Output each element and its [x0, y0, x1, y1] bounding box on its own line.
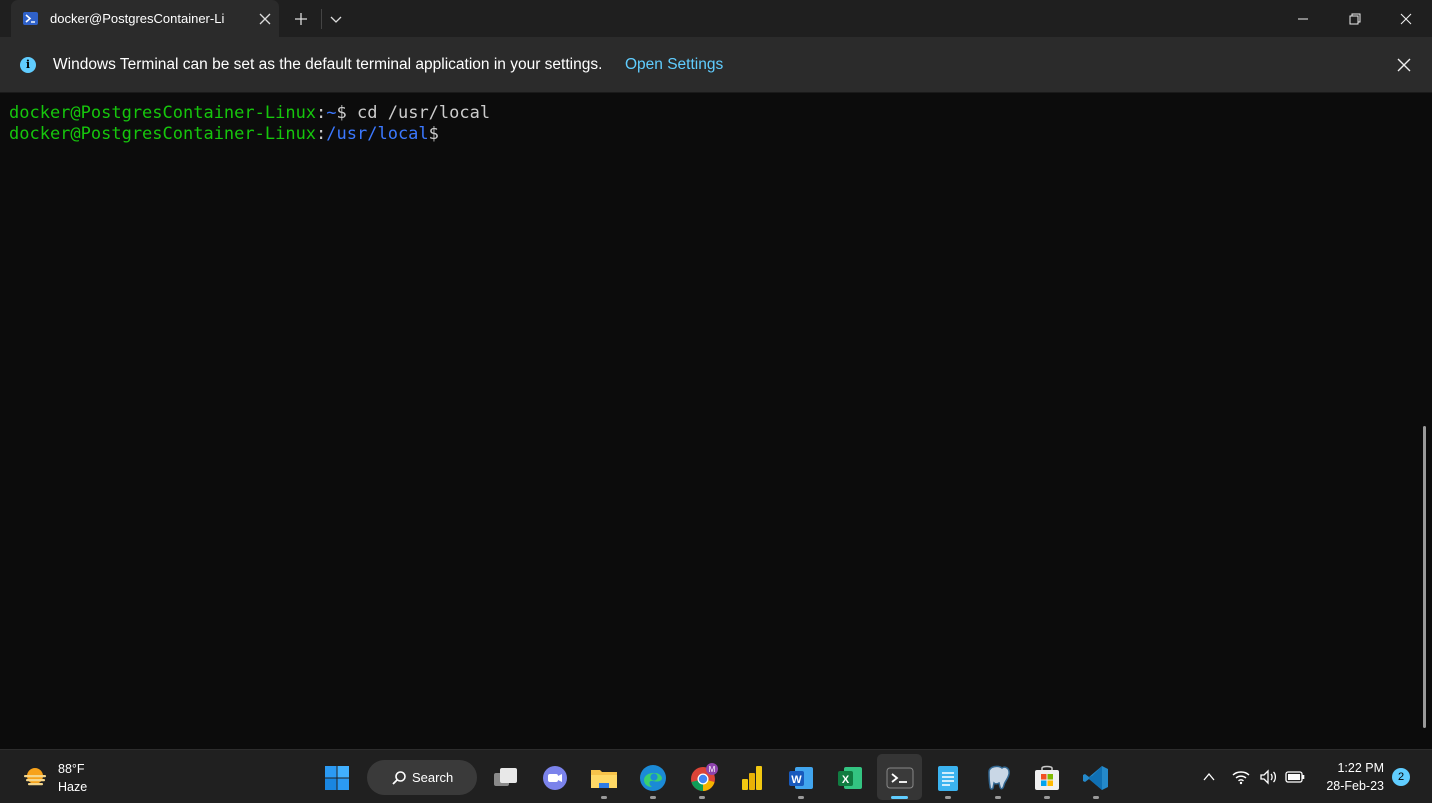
info-icon: i	[20, 57, 36, 73]
dismiss-infobar-icon[interactable]	[1393, 54, 1415, 76]
powershell-icon	[23, 12, 38, 25]
terminal-output[interactable]: docker@PostgresContainer-Linux:~$ cd /us…	[0, 94, 1432, 749]
search-icon	[392, 771, 406, 785]
new-tab-button[interactable]	[290, 8, 312, 30]
terminal-scrollbar[interactable]	[1423, 426, 1426, 728]
prompt-user-host: docker@PostgresContainer-Linux	[9, 103, 317, 123]
taskbar-search-button[interactable]: Search	[367, 760, 477, 795]
prompt-colon: :	[316, 124, 327, 144]
default-terminal-infobar: i Windows Terminal can be set as the def…	[0, 37, 1432, 93]
clock-time[interactable]: 1:22 PM	[1320, 761, 1384, 775]
terminal-line: docker@PostgresContainer-Linux:~$ cd /us…	[9, 103, 490, 124]
folder-icon[interactable]	[589, 763, 619, 793]
store-icon[interactable]	[1032, 763, 1062, 793]
notification-badge[interactable]: 2	[1392, 768, 1410, 786]
edge-icon[interactable]	[638, 763, 668, 793]
volume-icon[interactable]	[1258, 767, 1278, 787]
chat-icon[interactable]	[540, 763, 570, 793]
task-view-icon[interactable]	[491, 763, 521, 793]
excel-icon[interactable]: X	[835, 763, 865, 793]
taskbar: 88°F Haze Search M W X 1:22 PM 28-Feb-23…	[0, 749, 1432, 803]
infobar-message: Windows Terminal can be set as the defau…	[53, 56, 603, 73]
search-label: Search	[412, 770, 454, 785]
chevron-up-icon[interactable]	[1200, 768, 1218, 786]
vscode-icon[interactable]	[1081, 763, 1111, 793]
weather-condition[interactable]: Haze	[58, 780, 87, 794]
prompt-symbol: $	[336, 103, 347, 123]
weather-temperature[interactable]: 88°F	[58, 762, 85, 776]
svg-text:M: M	[709, 765, 716, 774]
running-indicator	[699, 796, 705, 799]
terminal-icon[interactable]	[885, 763, 915, 793]
svg-text:X: X	[842, 774, 850, 786]
haze-sun-icon[interactable]	[21, 764, 49, 792]
open-settings-link[interactable]: Open Settings	[625, 56, 723, 74]
battery-icon[interactable]	[1285, 768, 1305, 786]
close-window-button[interactable]	[1393, 6, 1419, 32]
chrome-icon[interactable]: M	[688, 763, 718, 793]
terminal-tab[interactable]: docker@PostgresContainer-Li	[11, 0, 279, 37]
minimize-button[interactable]	[1290, 6, 1316, 32]
prompt-user-host: docker@PostgresContainer-Linux	[9, 124, 317, 144]
tab-title: docker@PostgresContainer-Li	[50, 11, 225, 26]
active-indicator	[891, 796, 908, 799]
running-indicator	[650, 796, 656, 799]
notepad-icon[interactable]	[933, 763, 963, 793]
running-indicator	[1093, 796, 1099, 799]
prompt-colon: :	[316, 103, 327, 123]
word-icon[interactable]: W	[786, 763, 816, 793]
prompt-path: ~	[326, 103, 337, 123]
clock-date[interactable]: 28-Feb-23	[1310, 779, 1384, 793]
wifi-icon[interactable]	[1231, 767, 1251, 787]
chevron-down-icon[interactable]	[327, 8, 345, 30]
svg-text:W: W	[791, 774, 802, 786]
title-bar: docker@PostgresContainer-Li	[0, 0, 1432, 37]
command-text: cd /usr/local	[346, 103, 491, 123]
running-indicator	[1044, 796, 1050, 799]
prompt-symbol: $	[428, 124, 439, 144]
running-indicator	[995, 796, 1001, 799]
running-indicator	[798, 796, 804, 799]
prompt-path: /usr/local	[326, 124, 429, 144]
close-tab-icon[interactable]	[255, 9, 275, 29]
restore-button[interactable]	[1342, 6, 1368, 32]
powerbi-icon[interactable]	[737, 763, 767, 793]
running-indicator	[601, 796, 607, 799]
terminal-line: docker@PostgresContainer-Linux:/usr/loca…	[9, 124, 439, 145]
windows-start-icon[interactable]	[322, 763, 352, 793]
postgres-elephant-icon[interactable]	[983, 763, 1013, 793]
tab-separator	[321, 9, 322, 29]
running-indicator	[945, 796, 951, 799]
